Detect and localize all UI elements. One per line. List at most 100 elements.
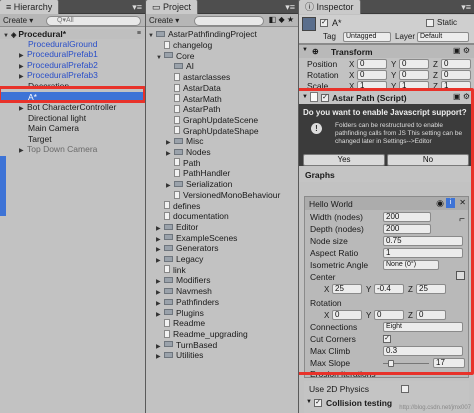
component-enabled-checkbox[interactable]: ✓: [321, 94, 329, 102]
project-root[interactable]: ▼ AstarPathfindingProject: [146, 29, 298, 39]
filter-icons[interactable]: ◧ ◆ ★: [269, 15, 294, 24]
project-item[interactable]: ▶ Nodes: [146, 147, 298, 157]
project-item[interactable]: GraphUpdateShape: [146, 126, 298, 136]
transform-value-field[interactable]: 0: [399, 59, 429, 69]
setting-dropdown[interactable]: Eight: [383, 322, 463, 332]
vector-value-field[interactable]: 25: [416, 284, 446, 294]
vector-value-field[interactable]: -0.4: [374, 284, 404, 294]
vector-value-field[interactable]: 0: [374, 310, 404, 320]
yes-button[interactable]: Yes: [303, 154, 385, 166]
hierarchy-item[interactable]: ProceduralGround: [0, 39, 145, 49]
setting-field[interactable]: 200: [383, 224, 431, 234]
vector-value-field[interactable]: 0: [332, 310, 362, 320]
hierarchy-item[interactable]: ▶ ProceduralPrefab3: [0, 70, 145, 80]
project-item[interactable]: ▼ Core: [146, 51, 298, 61]
tab-hierarchy[interactable]: ≡ Hierarchy: [0, 0, 60, 14]
astar-header[interactable]: ▼ ✓ Astar Path (Script) ▣ ⚙: [299, 90, 474, 104]
transform-header[interactable]: ▼ ⊕ Transform ▣ ⚙: [299, 44, 474, 58]
project-item[interactable]: ▶ Serialization: [146, 179, 298, 189]
hierarchy-item[interactable]: ▶ Top Down Camera: [0, 144, 145, 154]
hierarchy-item-selected[interactable]: A*: [0, 92, 145, 102]
panel-menu-icon[interactable]: ▾≡: [285, 0, 295, 14]
cut-corners-checkbox[interactable]: ✓: [383, 335, 391, 343]
tab-project[interactable]: ▭ Project: [146, 0, 199, 14]
project-item[interactable]: ▶ Plugins: [146, 308, 298, 318]
hierarchy-item[interactable]: ▶ ProceduralPrefab2: [0, 60, 145, 70]
static-checkbox[interactable]: [426, 19, 434, 27]
tag-dropdown[interactable]: Untagged: [343, 32, 391, 42]
use2d-checkbox[interactable]: [401, 385, 409, 393]
setting-field[interactable]: 200: [383, 212, 431, 222]
project-item[interactable]: PathHandler: [146, 168, 298, 178]
graph-header[interactable]: Hello World ◉ i ✕: [305, 197, 468, 210]
project-item[interactable]: ▶ Modifiers: [146, 275, 298, 285]
object-name-field[interactable]: A*: [332, 18, 342, 28]
project-item[interactable]: astarclasses: [146, 72, 298, 82]
component-menu-icon[interactable]: ▣ ⚙: [453, 92, 470, 101]
transform-value-field[interactable]: 0: [441, 59, 471, 69]
active-checkbox[interactable]: ✓: [320, 19, 328, 27]
project-item[interactable]: AstarPath: [146, 104, 298, 114]
project-item[interactable]: ▶ Generators: [146, 243, 298, 253]
project-item[interactable]: Readme_upgrading: [146, 329, 298, 339]
link-bracket-icon[interactable]: ⌐: [459, 214, 465, 225]
pivot-icon[interactable]: [456, 271, 465, 280]
no-button[interactable]: No: [387, 154, 469, 166]
project-item[interactable]: changelog: [146, 40, 298, 50]
collapsed-arrow-icon[interactable]: ▶: [19, 146, 27, 156]
eye-icon[interactable]: ◉: [436, 198, 444, 209]
project-item[interactable]: defines: [146, 201, 298, 211]
project-item[interactable]: ▶ Pathfinders: [146, 297, 298, 307]
project-item[interactable]: ▶ Misc: [146, 136, 298, 146]
transform-value-field[interactable]: 0: [441, 70, 471, 80]
setting-dropdown[interactable]: None (0°): [383, 260, 439, 270]
hierarchy-item[interactable]: Main Camera: [0, 123, 145, 133]
panel-menu-icon[interactable]: ▾≡: [461, 0, 471, 14]
project-item[interactable]: AstarData: [146, 83, 298, 93]
project-search-input[interactable]: [194, 16, 264, 26]
project-item[interactable]: ▶ ExampleScenes: [146, 233, 298, 243]
expand-arrow-icon[interactable]: ▼: [302, 94, 308, 100]
project-item[interactable]: ▶ TurnBased: [146, 340, 298, 350]
setting-field[interactable]: 17: [433, 358, 465, 368]
vector-value-field[interactable]: 0: [416, 310, 446, 320]
project-item[interactable]: Path: [146, 158, 298, 168]
hierarchy-search-input[interactable]: Q▾All: [46, 16, 141, 26]
project-item[interactable]: ▶ Utilities: [146, 350, 298, 360]
hierarchy-item[interactable]: Directional light: [0, 113, 145, 123]
scene-root[interactable]: ▼ ◈ Procedural* ≡: [0, 29, 145, 39]
collapsed-arrow-icon[interactable]: ▶: [156, 352, 164, 362]
project-item[interactable]: AstarMath: [146, 94, 298, 104]
setting-field[interactable]: 0.75: [383, 236, 463, 246]
transform-value-field[interactable]: 0: [399, 70, 429, 80]
project-item[interactable]: Readme: [146, 318, 298, 328]
project-item[interactable]: link: [146, 265, 298, 275]
expand-arrow-icon[interactable]: ▼: [302, 47, 308, 53]
layer-dropdown[interactable]: Default: [417, 32, 469, 42]
panel-menu-icon[interactable]: ▾≡: [132, 0, 142, 14]
expand-arrow-icon[interactable]: ▼: [306, 399, 312, 405]
tab-inspector[interactable]: ⓘ Inspector: [299, 0, 361, 14]
create-button[interactable]: Create ▾: [149, 15, 179, 26]
hierarchy-item[interactable]: ▶ Bot CharacterController: [0, 102, 145, 112]
vector-value-field[interactable]: 25: [332, 284, 362, 294]
setting-field[interactable]: 0.3: [383, 346, 463, 356]
create-button[interactable]: Create ▾: [3, 15, 33, 26]
delete-graph-icon[interactable]: ✕: [459, 198, 466, 207]
slider-handle[interactable]: [388, 360, 394, 367]
scene-menu-icon[interactable]: ≡: [137, 29, 141, 39]
info-graph-icon[interactable]: i: [446, 198, 455, 208]
transform-value-field[interactable]: 0: [357, 70, 387, 80]
transform-value-field[interactable]: 0: [357, 59, 387, 69]
project-item[interactable]: GraphUpdateScene: [146, 115, 298, 125]
project-item[interactable]: ▶ Editor: [146, 222, 298, 232]
hierarchy-item[interactable]: Target: [0, 134, 145, 144]
hierarchy-item[interactable]: ▶ ProceduralPrefab1: [0, 49, 145, 59]
collision-checkbox[interactable]: ✓: [314, 399, 322, 407]
hierarchy-item[interactable]: Decoration: [0, 81, 145, 91]
project-item[interactable]: documentation: [146, 211, 298, 221]
project-item[interactable]: ▶ Legacy: [146, 254, 298, 264]
project-item[interactable]: AI: [146, 61, 298, 71]
component-menu-icon[interactable]: ▣ ⚙: [453, 46, 470, 55]
setting-field[interactable]: 1: [383, 248, 463, 258]
